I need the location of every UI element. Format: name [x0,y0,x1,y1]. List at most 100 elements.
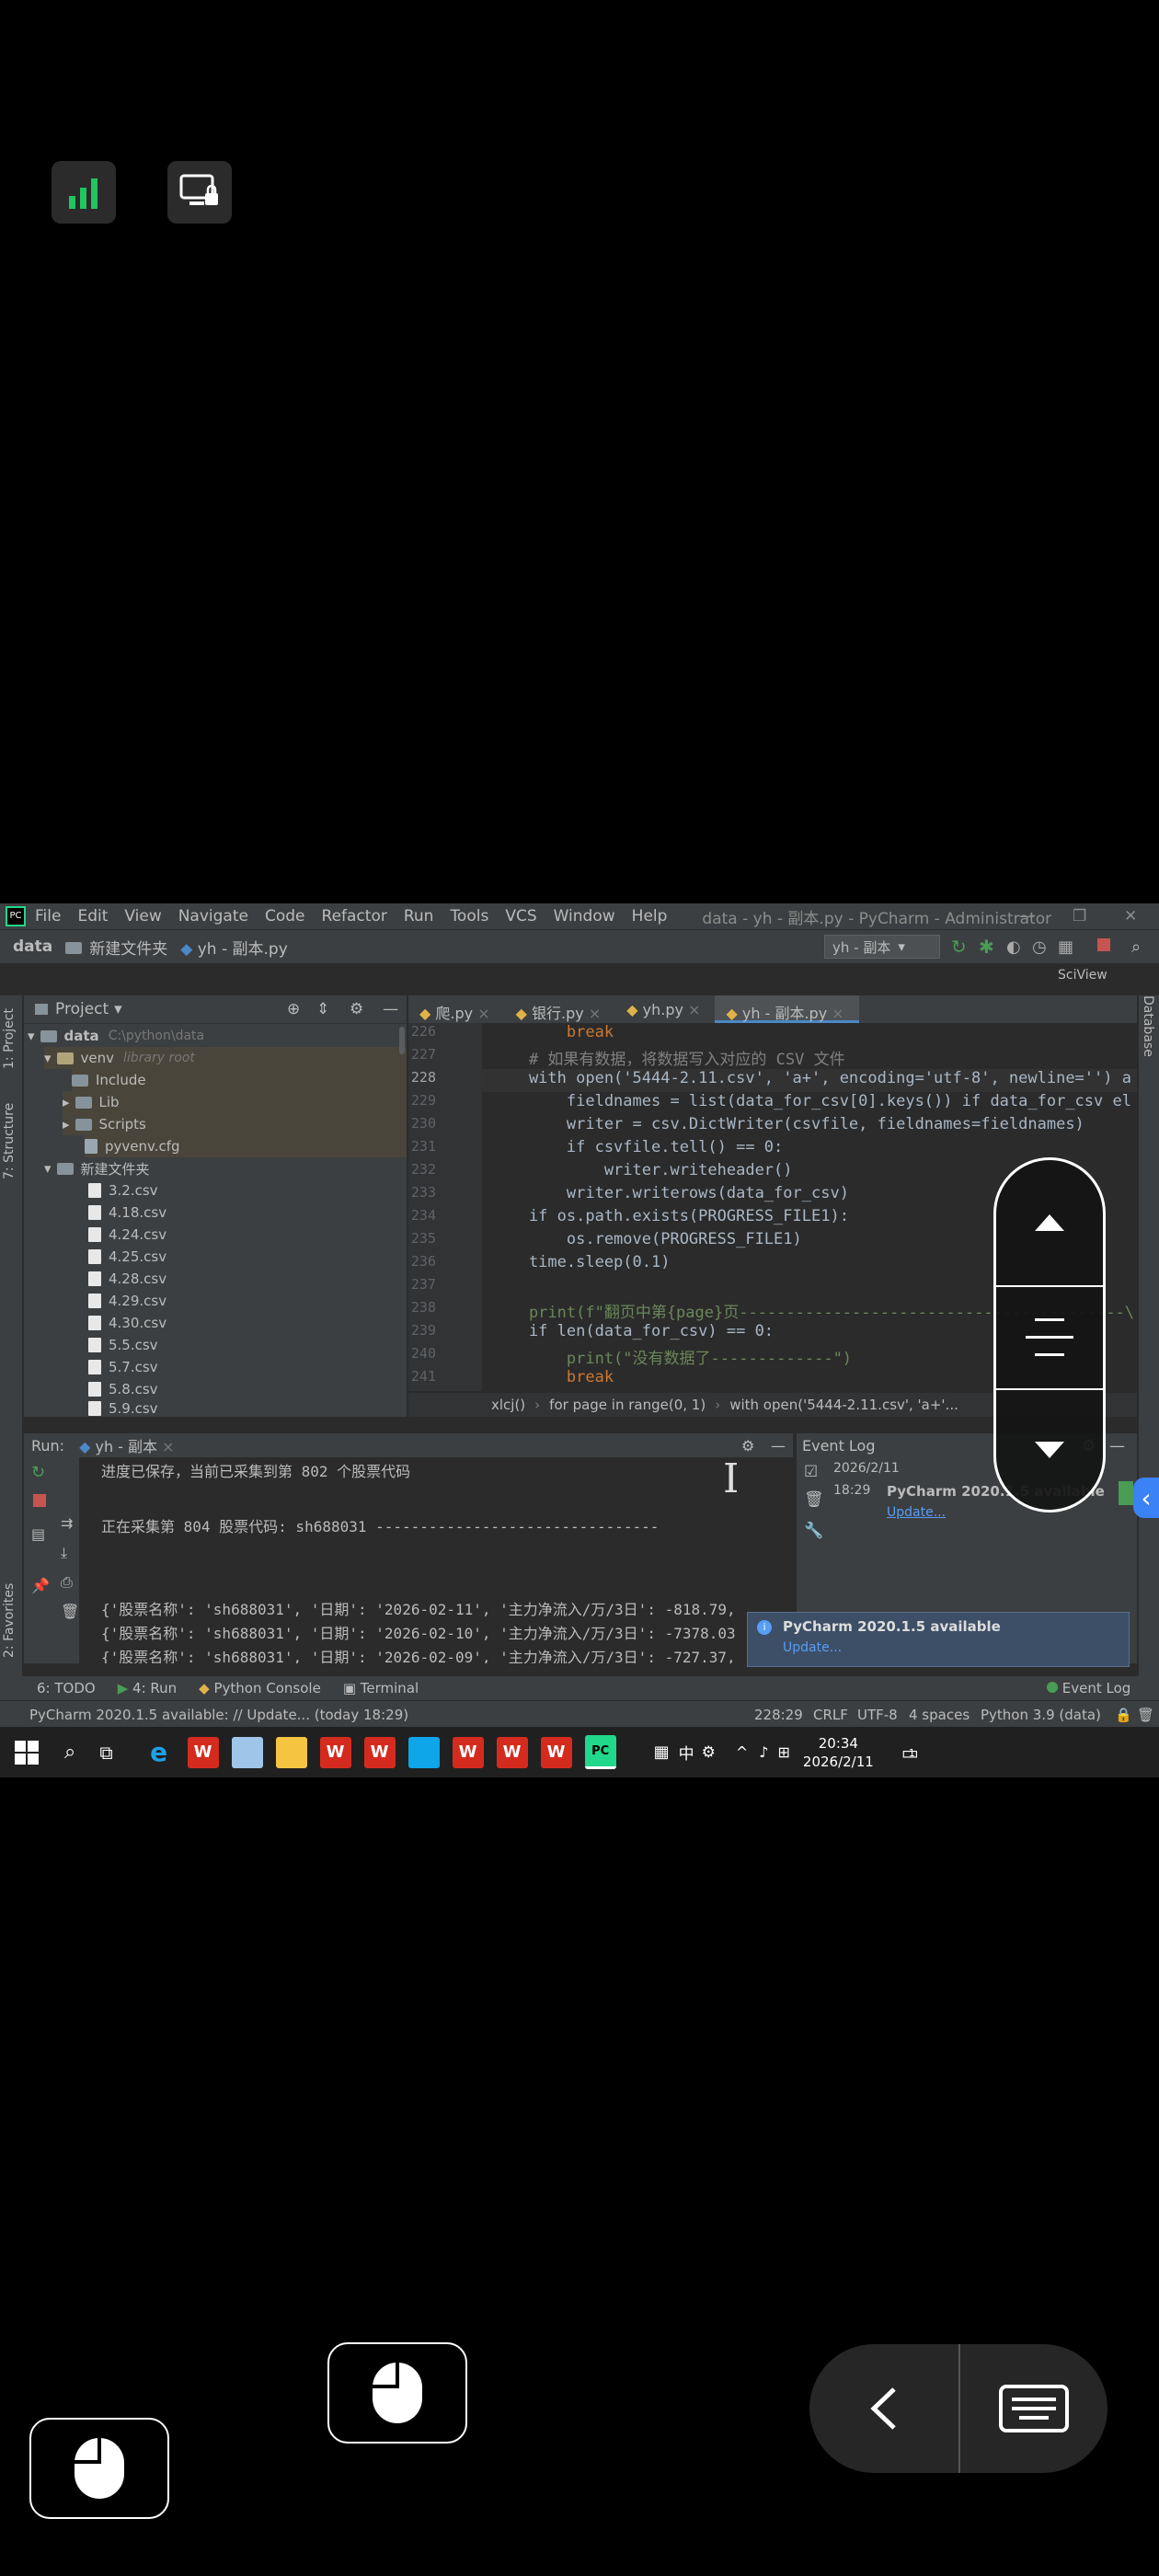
close-tab-icon[interactable]: × [477,1005,489,1022]
breadcrumb-file[interactable]: ◆ yh - 副本.py [180,936,288,959]
rerun-icon[interactable]: ↻ [951,936,967,958]
wps-icon[interactable]: W [496,1736,528,1768]
windows-start-icon[interactable] [15,1740,39,1765]
project-scrollbar[interactable] [399,1027,405,1054]
tab-pa-py[interactable]: ◆ 爬.py × [408,995,505,1023]
app-icon[interactable] [231,1736,263,1768]
minimize-icon[interactable]: — [1019,907,1035,926]
menu-refactor[interactable]: Refactor [322,907,387,926]
tree-file[interactable]: 4.28.csv [88,1268,166,1290]
ie-icon[interactable]: e [143,1737,175,1768]
wps-icon[interactable]: W [187,1736,219,1768]
file-encoding[interactable]: UTF-8 [857,1707,898,1723]
sciview-button[interactable]: SciView [1058,968,1107,983]
close-icon[interactable]: ✕ [1124,907,1137,926]
trash-icon[interactable]: 🗑 [1137,1707,1154,1723]
coverage-icon[interactable]: ◐ [1006,937,1021,957]
tree-file[interactable]: 4.24.csv [88,1224,166,1246]
favorites-tool-tab[interactable]: 2: Favorites [2,1583,17,1658]
run-tab[interactable]: ◆ yh - 副本 × [79,1434,174,1456]
wps-icon[interactable]: W [540,1736,572,1768]
close-tab-icon[interactable]: × [162,1438,174,1455]
caret-position[interactable]: 228:29 [754,1707,803,1723]
console-output[interactable]: 进度已保存，当前已采集到第 802 个股票代码 正在采集第 804 股票代码: … [101,1459,793,1663]
hide-panel-icon[interactable]: — [771,1437,786,1455]
tray-chevron-up-icon[interactable]: ^ [736,1743,748,1761]
back-button[interactable] [809,2344,960,2473]
tab-run[interactable]: ▶ 4: Run [118,1680,177,1696]
print-icon[interactable]: ⎙ [61,1573,73,1592]
volume-icon[interactable]: ♪ [759,1743,768,1761]
wps-icon[interactable]: W [319,1736,351,1768]
project-tool-tab[interactable]: 1: Project [2,1008,17,1069]
store-icon[interactable] [407,1736,440,1768]
menu-tools[interactable]: Tools [450,907,488,926]
stop-icon[interactable] [1097,938,1110,951]
chevron-right-icon[interactable]: ▸ [63,1094,70,1110]
tab-bank-py[interactable]: ◆ 银行.py × [505,995,616,1023]
tab-python-console[interactable]: ◆ Python Console [199,1680,321,1696]
event-update-link[interactable]: Update... [887,1505,946,1520]
chevron-down-icon[interactable]: ▾ [28,1028,35,1044]
mouse-secondary-button[interactable] [29,2418,169,2519]
breadcrumb-with[interactable]: with open('5444-2.11.csv', 'a+'... [729,1397,958,1413]
pycharm-taskbar-icon[interactable]: PC [584,1735,616,1769]
tree-venv[interactable]: ▾ venv library root [44,1047,407,1069]
settings-gear-icon[interactable]: ⚙ [350,1000,363,1018]
menu-vcs[interactable]: VCS [505,907,536,926]
menu-file[interactable]: File [35,907,61,926]
scroll-down-button[interactable] [996,1390,1103,1510]
chevron-down-icon[interactable]: ▾ [44,1160,52,1177]
tree-item-pyvenv[interactable]: pyvenv.cfg [85,1135,407,1157]
trash-icon[interactable]: 🗑 [61,1603,79,1620]
scroll-end-icon[interactable]: ⤓ [61,1544,67,1562]
remote-desktop-button[interactable] [167,161,232,224]
wps-icon[interactable]: W [452,1736,484,1768]
chevron-down-icon[interactable]: ▾ [44,1050,52,1066]
structure-tool-tab[interactable]: 7: Structure [2,1103,17,1179]
close-tab-icon[interactable]: × [688,1001,700,1018]
keyboard-grid-icon[interactable]: ▦ [654,1742,670,1762]
rerun-icon[interactable]: ↻ [31,1463,45,1482]
close-tab-icon[interactable]: × [832,1005,843,1022]
menu-edit[interactable]: Edit [77,907,108,926]
status-message[interactable]: PyCharm 2020.1.5 available: // Update...… [29,1707,408,1723]
update-notification[interactable]: i PyCharm 2020.1.5 available Update... [747,1612,1130,1667]
collapse-all-icon[interactable]: ⇕ [316,1000,329,1018]
hide-panel-icon[interactable]: — [383,1000,398,1018]
tree-file[interactable]: 4.30.csv [88,1312,166,1334]
network-icon[interactable]: ⊞ [778,1743,790,1761]
locate-icon[interactable]: ⊕ [287,1000,300,1018]
tree-root[interactable]: ▾ data C:\python\data [28,1025,204,1047]
tree-file[interactable]: 5.9.csv [88,1400,158,1417]
menu-code[interactable]: Code [265,907,305,926]
database-tool-tab[interactable]: Database [1141,995,1155,1057]
hide-panel-icon[interactable]: — [1109,1437,1125,1455]
tab-event-log[interactable]: Event Log [1047,1680,1130,1696]
menu-window[interactable]: Window [554,907,615,926]
tab-yh-py[interactable]: ◆ yh.py × [615,995,715,1023]
tree-file[interactable]: 3.2.csv [88,1179,158,1202]
menu-navigate[interactable]: Navigate [178,907,248,926]
stop-icon[interactable] [33,1494,46,1507]
menu-help[interactable]: Help [632,907,668,926]
clock[interactable]: 20:34 2026/2/11 [803,1734,874,1771]
breadcrumb-root[interactable]: data [13,937,52,956]
tab-terminal[interactable]: ▣ Terminal [343,1680,419,1696]
breadcrumb-loop[interactable]: for page in range(0, 1) [549,1397,706,1413]
scroll-control[interactable] [993,1157,1106,1512]
signal-strength-button[interactable] [52,161,116,224]
build-icon[interactable]: ▦ [1058,937,1073,957]
layout-icon[interactable]: ▤ [31,1525,45,1543]
tree-file[interactable]: 4.29.csv [88,1290,166,1312]
breadcrumb-folder[interactable]: 新建文件夹 [65,936,167,959]
settings-gear-icon[interactable]: ⚙ [741,1437,754,1455]
ime-tools-icon[interactable]: ⚙ [702,1743,716,1762]
collapse-side-tab[interactable]: ‹ [1133,1478,1159,1518]
project-panel-title[interactable]: Project [55,1000,109,1018]
search-icon[interactable]: ⌕ [1131,937,1141,957]
tree-item-lib[interactable]: ▸ Lib [63,1091,407,1113]
tree-folder-new[interactable]: ▾ 新建文件夹 [44,1157,150,1179]
pin-icon[interactable]: 📌 [31,1577,50,1594]
tree-item-include[interactable]: Include [72,1069,407,1091]
